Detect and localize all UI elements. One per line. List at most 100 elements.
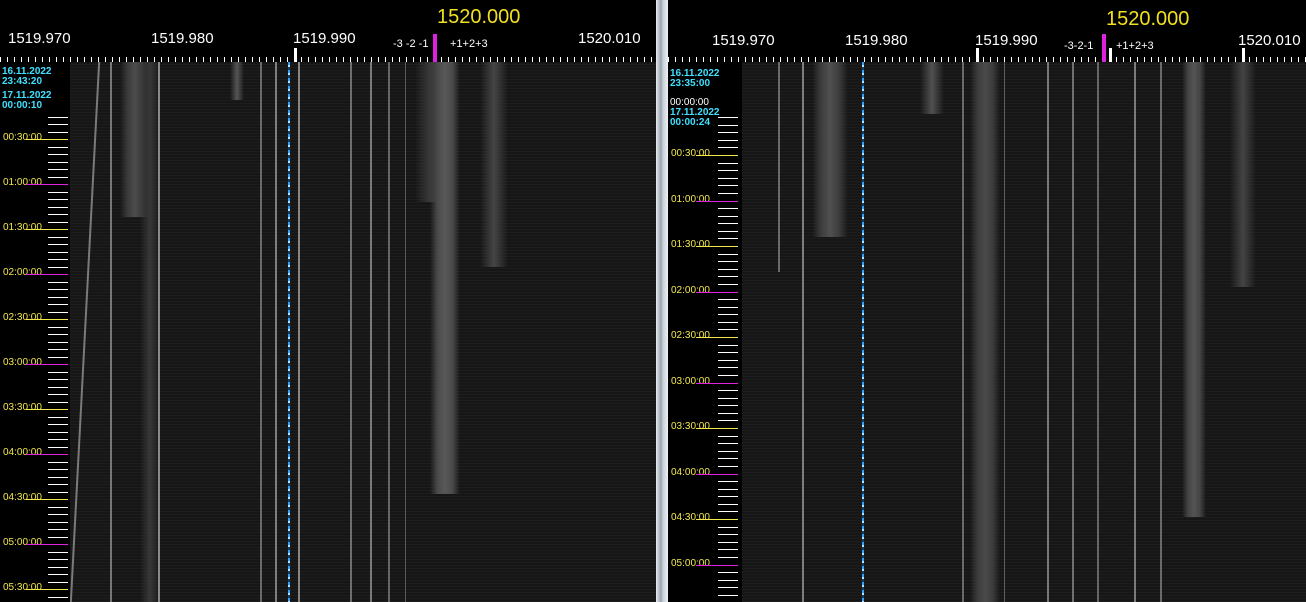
time-tick [48, 461, 68, 463]
time-tick [26, 319, 68, 320]
beacon-trace [288, 62, 290, 602]
time-tick [696, 473, 738, 475]
time-tick [48, 281, 68, 283]
date-stamp: 17.11.2022 00:00:10 [2, 91, 52, 111]
center-frequency-marker[interactable] [1102, 34, 1106, 62]
spectrogram-left[interactable] [70, 62, 656, 602]
time-tick [718, 238, 738, 240]
signal-trace [962, 62, 964, 602]
time-tick [718, 268, 738, 270]
ruler-tick [1242, 48, 1245, 62]
time-label: 04:30:00 [3, 492, 42, 503]
signal-trace [158, 62, 160, 602]
time-tick [48, 304, 68, 305]
time-tick [26, 589, 68, 590]
time-tick [718, 299, 738, 301]
time-tick [48, 491, 68, 493]
time-tick [48, 506, 68, 508]
signal-band [230, 62, 244, 100]
time-tick [48, 469, 68, 470]
time-text: 00:00:24 [670, 117, 711, 128]
time-tick [48, 334, 68, 335]
frequency-label: 1519.970 [8, 30, 71, 47]
time-tick [718, 283, 738, 285]
time-tick [696, 382, 738, 384]
waterfall-panel-right: 1520.000 1519.970 1519.980 1519.990 1520… [668, 0, 1306, 602]
time-tick [718, 344, 738, 346]
time-label: 03:30:00 [3, 402, 42, 413]
time-tick [48, 266, 68, 268]
time-tick [718, 496, 738, 498]
time-tick [48, 356, 68, 358]
time-tick [48, 259, 68, 260]
time-tick [48, 401, 68, 403]
time-tick [718, 314, 738, 316]
signal-trace [388, 62, 390, 602]
spectrogram-right[interactable] [742, 62, 1306, 602]
ruler-tick [976, 48, 979, 62]
frequency-label: 1519.990 [975, 32, 1038, 49]
time-tick [718, 215, 738, 217]
time-tick [718, 556, 738, 558]
time-label: 02:30:00 [3, 312, 42, 323]
time-tick [26, 499, 68, 500]
signal-trace [1097, 62, 1099, 602]
time-label: 01:00:00 [3, 177, 42, 188]
signal-band [812, 62, 848, 237]
signal-trace [370, 62, 372, 602]
time-tick [48, 596, 68, 598]
panel-divider[interactable] [656, 0, 668, 602]
time-label: 04:00:00 [671, 466, 710, 478]
time-tick [718, 367, 738, 369]
time-axis-left: 16.11.2022 23:43:20 17.11.2022 00:00:10 … [0, 62, 70, 602]
signal-band [920, 62, 944, 114]
time-tick [718, 124, 738, 126]
time-tick [718, 443, 738, 445]
time-tick [718, 170, 738, 172]
time-tick [48, 341, 68, 343]
signal-band [1230, 62, 1256, 287]
center-frequency-marker[interactable] [433, 34, 437, 62]
time-tick [48, 131, 68, 133]
time-tick [48, 349, 68, 350]
time-tick [48, 521, 68, 523]
signal-trace [1047, 62, 1049, 602]
time-tick [718, 208, 738, 210]
time-tick [718, 185, 738, 187]
time-label: 00:30:00 [671, 148, 710, 159]
frequency-ruler [0, 48, 656, 62]
center-frequency-label: 1520.000 [437, 6, 521, 28]
time-tick [718, 276, 738, 278]
ruler-tick [1109, 48, 1112, 62]
frequency-label: 1519.990 [293, 30, 356, 47]
time-label: 05:30:00 [3, 582, 42, 593]
time-label: 04:00:00 [3, 447, 42, 458]
time-tick [696, 291, 738, 293]
time-label: 03:00:00 [3, 357, 42, 368]
time-label: 03:00:00 [671, 375, 710, 387]
time-tick [48, 161, 68, 163]
time-tick [48, 116, 68, 118]
time-tick [718, 541, 738, 543]
time-tick [48, 289, 68, 290]
time-tick [48, 236, 68, 238]
time-label: 05:00:00 [671, 557, 710, 569]
time-tick [718, 162, 738, 164]
signal-trace [298, 62, 300, 602]
time-tick [26, 364, 68, 365]
time-tick [26, 184, 68, 185]
date-stamp: 17.11.2022 00:00:24 [670, 108, 720, 128]
time-tick [48, 446, 68, 448]
time-tick [718, 261, 738, 263]
time-tick [26, 544, 68, 545]
time-tick [48, 529, 68, 530]
time-label: 02:30:00 [671, 330, 710, 341]
frequency-ruler [668, 48, 1306, 62]
frequency-label: 1519.980 [151, 30, 214, 47]
time-tick [718, 230, 738, 232]
time-tick [718, 511, 738, 513]
time-label: 00:30:00 [3, 132, 42, 143]
time-tick [718, 352, 738, 354]
time-tick [718, 390, 738, 392]
time-text: 00:00:10 [2, 100, 43, 111]
